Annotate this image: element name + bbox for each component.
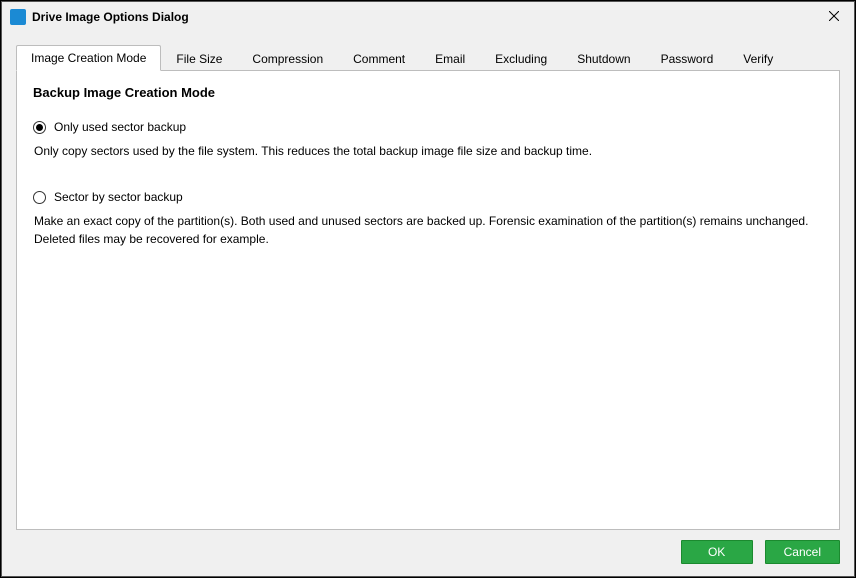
tab-file-size[interactable]: File Size bbox=[161, 46, 237, 71]
titlebar: Drive Image Options Dialog bbox=[2, 2, 854, 32]
tab-comment[interactable]: Comment bbox=[338, 46, 420, 71]
radio-only-used-sector[interactable] bbox=[33, 121, 46, 134]
tab-excluding[interactable]: Excluding bbox=[480, 46, 562, 71]
dialog-window: Drive Image Options Dialog Image Creatio… bbox=[1, 1, 855, 577]
option-description: Make an exact copy of the partition(s). … bbox=[34, 212, 823, 248]
radio-label[interactable]: Only used sector backup bbox=[54, 120, 186, 134]
tab-panel: Backup Image Creation Mode Only used sec… bbox=[16, 70, 840, 530]
option-only-used-sector: Only used sector backup Only copy sector… bbox=[33, 120, 823, 160]
close-icon bbox=[829, 8, 839, 26]
option-description: Only copy sectors used by the file syste… bbox=[34, 142, 823, 160]
tabstrip: Image Creation Mode File Size Compressio… bbox=[16, 44, 840, 70]
button-row: OK Cancel bbox=[16, 530, 840, 564]
tab-compression[interactable]: Compression bbox=[237, 46, 338, 71]
tab-verify[interactable]: Verify bbox=[728, 46, 788, 71]
radio-sector-by-sector[interactable] bbox=[33, 191, 46, 204]
window-title: Drive Image Options Dialog bbox=[32, 10, 814, 24]
ok-button[interactable]: OK bbox=[681, 540, 753, 564]
close-button[interactable] bbox=[814, 2, 854, 32]
tab-email[interactable]: Email bbox=[420, 46, 480, 71]
option-sector-by-sector: Sector by sector backup Make an exact co… bbox=[33, 190, 823, 248]
cancel-button[interactable]: Cancel bbox=[765, 540, 840, 564]
radio-row[interactable]: Sector by sector backup bbox=[33, 190, 823, 204]
tab-image-creation-mode[interactable]: Image Creation Mode bbox=[16, 45, 161, 71]
section-heading: Backup Image Creation Mode bbox=[33, 85, 823, 100]
tab-password[interactable]: Password bbox=[646, 46, 729, 71]
radio-label[interactable]: Sector by sector backup bbox=[54, 190, 183, 204]
radio-row[interactable]: Only used sector backup bbox=[33, 120, 823, 134]
tab-shutdown[interactable]: Shutdown bbox=[562, 46, 645, 71]
app-icon bbox=[10, 9, 26, 25]
dialog-body: Image Creation Mode File Size Compressio… bbox=[2, 32, 854, 576]
